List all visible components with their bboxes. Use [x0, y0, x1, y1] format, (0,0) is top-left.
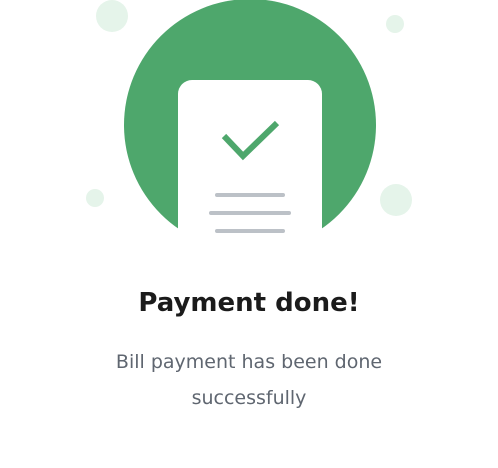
decor-bubble: [380, 184, 412, 216]
page-title: Payment done!: [138, 288, 360, 318]
decor-bubble: [96, 0, 128, 32]
decor-bubble: [86, 189, 104, 207]
payment-success-illustration: [86, 0, 412, 233]
success-message: Bill payment has been done successfully: [115, 351, 383, 409]
decor-bubble: [386, 15, 404, 33]
